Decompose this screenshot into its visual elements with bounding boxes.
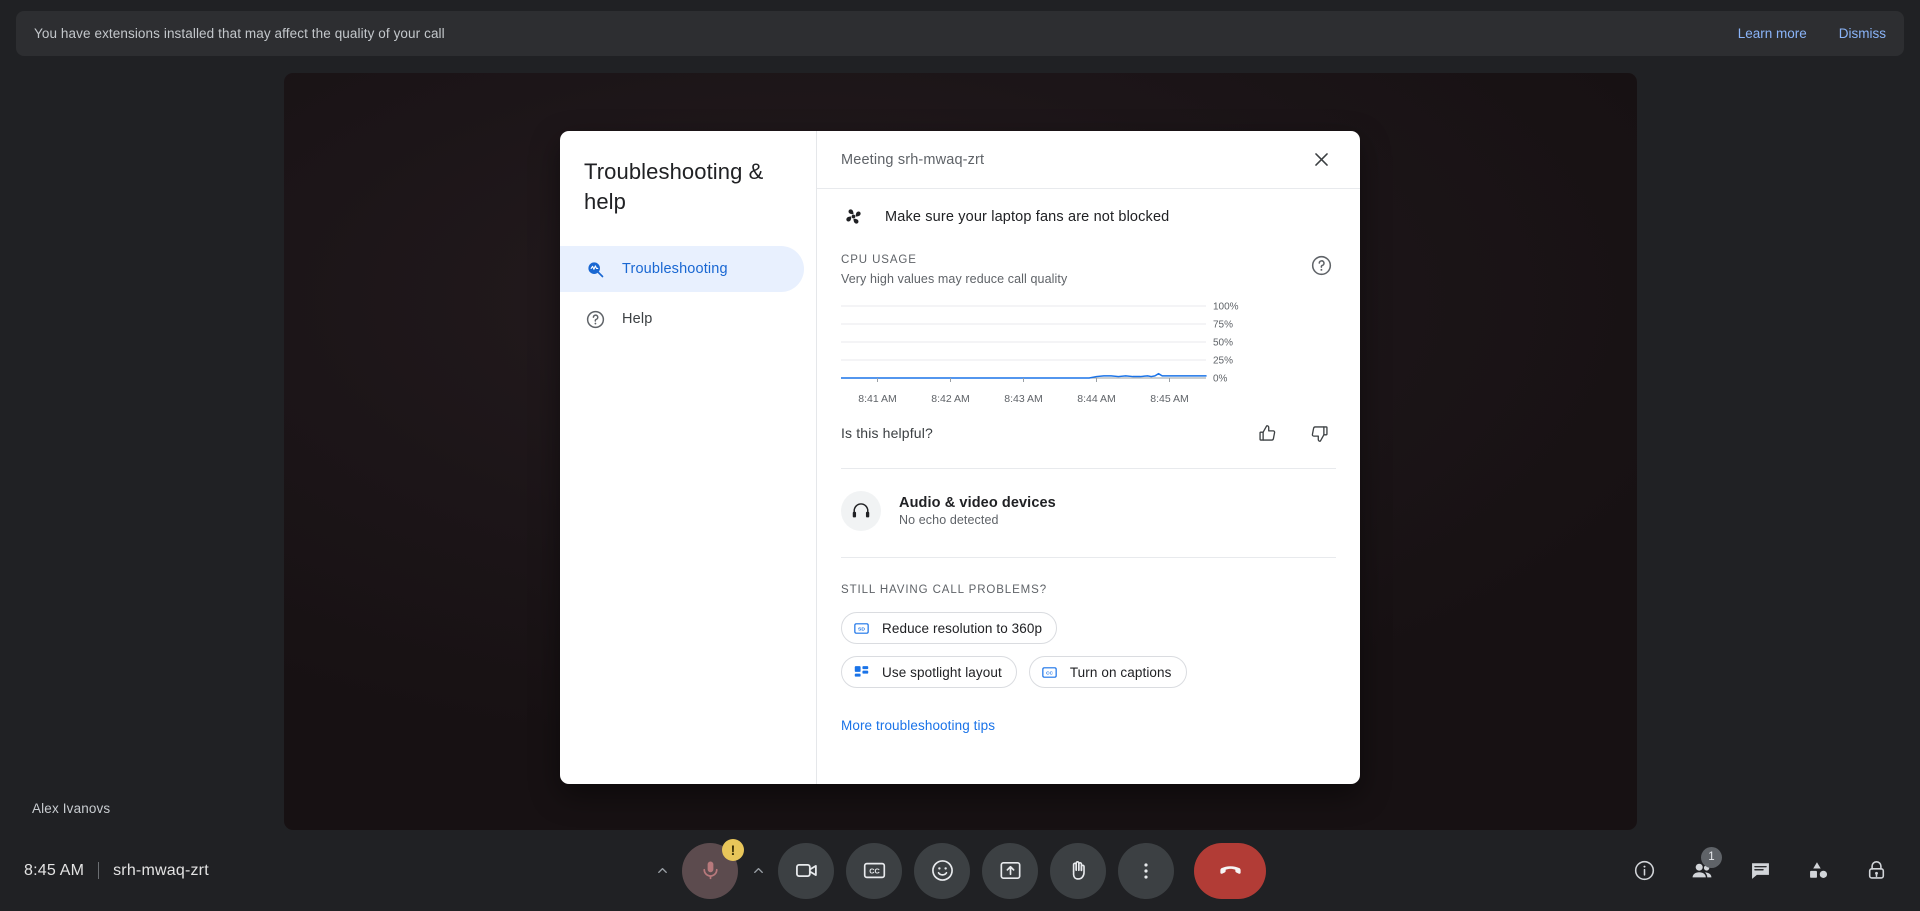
cpu-usage-header: CPU usage Very high values may reduce ca… — [841, 242, 1336, 286]
meeting-info: 8:45 AM srh-mwaq-zrt — [24, 862, 209, 880]
problem-action-chips: SD Reduce resolution to 360p Use spotlig… — [841, 612, 1241, 688]
dismiss-link[interactable]: Dismiss — [1839, 26, 1886, 41]
meeting-bottom-bar: 8:45 AM srh-mwaq-zrt ! CC 1 — [0, 830, 1920, 911]
tip-row: Make sure your laptop fans are not block… — [841, 189, 1336, 242]
sidebar-item-help[interactable]: Help — [560, 296, 804, 342]
feedback-question: Is this helpful? — [841, 425, 933, 441]
svg-text:100%: 100% — [1213, 302, 1239, 313]
chart-x-tick-labels: 8:41 AM 8:42 AM 8:43 AM 8:44 AM 8:45 AM — [841, 393, 1336, 407]
cpu-usage-chart: 0% 25% 50% 75% 100% 8:41 AM 8:42 AM 8:43 AM 8:4… — [841, 302, 1336, 405]
chip-label: Reduce resolution to 360p — [882, 620, 1043, 636]
dialog-sidebar: Troubleshooting & help Troubleshooting H… — [560, 131, 817, 784]
chart-x-tick-label: 8:41 AM — [858, 393, 897, 405]
svg-text:25%: 25% — [1213, 356, 1233, 367]
reduce-resolution-chip[interactable]: SD Reduce resolution to 360p — [841, 612, 1058, 644]
help-circle-icon — [584, 308, 606, 330]
chip-label: Use spotlight layout — [882, 664, 1002, 680]
people-button[interactable]: 1 — [1680, 846, 1724, 893]
devices-status: No echo detected — [899, 513, 999, 527]
mic-warning-badge: ! — [722, 838, 744, 861]
learn-more-link[interactable]: Learn more — [1738, 26, 1807, 41]
banner-actions: Learn more Dismiss — [1738, 26, 1886, 41]
fan-icon — [841, 205, 865, 228]
more-options-button[interactable] — [1118, 842, 1174, 899]
thumb-down-icon[interactable] — [1302, 416, 1336, 450]
camera-options-chevron[interactable] — [745, 843, 771, 899]
chart-gridlines — [841, 305, 1206, 379]
meta-divider — [98, 862, 100, 879]
dialog-meeting-title: Meeting srh-mwaq-zrt — [841, 151, 985, 168]
chart-y-tick-labels: 0% 25% 50% 75% 100% — [1213, 302, 1239, 385]
headset-icon — [841, 491, 881, 531]
chart-x-tick-label: 8:43 AM — [1004, 393, 1043, 405]
chart-x-tick-label: 8:45 AM — [1150, 393, 1189, 405]
captions-button[interactable]: CC — [846, 842, 902, 899]
more-troubleshooting-tips-link[interactable]: More troubleshooting tips — [841, 718, 995, 733]
raise-hand-button[interactable] — [1050, 842, 1106, 899]
troubleshooting-dialog: Troubleshooting & help Troubleshooting H… — [560, 131, 1360, 784]
dialog-title: Troubleshooting & help — [584, 159, 764, 214]
help-circle-outline-icon[interactable] — [1306, 250, 1336, 280]
problems-label: Still having call problems? — [841, 584, 1048, 596]
meeting-details-button[interactable] — [1622, 849, 1666, 893]
secondary-controls: 1 — [1622, 846, 1898, 893]
devices-title: Audio & video devices — [899, 495, 1056, 511]
meeting-code: srh-mwaq-zrt — [113, 861, 209, 879]
chip-label: Turn on captions — [1069, 664, 1172, 680]
svg-text:SD: SD — [858, 626, 865, 632]
cpu-usage-label: CPU usage — [841, 254, 917, 266]
feedback-row: Is this helpful? — [841, 416, 1336, 469]
closed-captions-icon: CC — [1041, 664, 1058, 681]
cpu-usage-line — [841, 372, 1207, 379]
feedback-actions — [1250, 416, 1336, 450]
chart-x-tick-label: 8:42 AM — [931, 393, 970, 405]
dialog-content-pane: Meeting srh-mwaq-zrt Make sure your lapt… — [817, 131, 1360, 784]
dialog-header: Meeting srh-mwaq-zrt — [817, 131, 1360, 189]
spotlight-layout-icon — [853, 664, 870, 681]
sd-resolution-icon: SD — [853, 620, 870, 637]
call-controls: ! CC — [648, 838, 1272, 899]
current-time: 8:45 AM — [24, 861, 85, 879]
svg-text:CC: CC — [1046, 670, 1053, 675]
banner-message: You have extensions installed that may a… — [34, 26, 445, 41]
svg-text:0%: 0% — [1213, 374, 1228, 385]
spotlight-layout-chip[interactable]: Use spotlight layout — [841, 656, 1017, 688]
sidebar-item-label: Troubleshooting — [622, 261, 728, 278]
troubleshooting-search-icon — [584, 258, 606, 280]
people-count-badge: 1 — [1701, 846, 1722, 868]
host-controls-button[interactable] — [1854, 849, 1898, 893]
svg-text:75%: 75% — [1213, 320, 1233, 331]
svg-text:CC: CC — [869, 867, 880, 876]
dialog-scroll-body[interactable]: Make sure your laptop fans are not block… — [817, 189, 1360, 784]
mic-options-chevron[interactable] — [649, 843, 675, 899]
svg-text:50%: 50% — [1213, 338, 1233, 349]
present-button[interactable] — [982, 842, 1038, 899]
microphone-button[interactable]: ! — [682, 838, 744, 899]
cpu-chart-svg: 0% 25% 50% 75% 100% — [841, 302, 1239, 385]
reactions-button[interactable] — [914, 842, 970, 899]
chat-button[interactable] — [1738, 849, 1782, 893]
camera-button[interactable] — [778, 842, 834, 899]
still-having-problems-section: Still having call problems? SD Reduce re… — [841, 558, 1336, 735]
audio-video-devices-row[interactable]: Audio & video devices No echo detected — [841, 469, 1336, 558]
turn-on-captions-chip[interactable]: CC Turn on captions — [1028, 656, 1187, 688]
sidebar-item-troubleshooting[interactable]: Troubleshooting — [560, 246, 804, 293]
participant-name-label: Alex Ivanovs — [32, 801, 111, 816]
activities-button[interactable] — [1796, 849, 1840, 893]
tip-text: Make sure your laptop fans are not block… — [885, 208, 1170, 225]
leave-call-button[interactable] — [1194, 842, 1266, 899]
dialog-nav: Troubleshooting Help — [560, 246, 816, 342]
close-icon[interactable] — [1304, 143, 1338, 177]
thumb-up-icon[interactable] — [1250, 416, 1284, 450]
chart-x-tick-label: 8:44 AM — [1077, 393, 1116, 405]
cpu-usage-subtitle: Very high values may reduce call quality — [841, 272, 1068, 286]
extensions-warning-banner: You have extensions installed that may a… — [16, 11, 1904, 56]
sidebar-item-label: Help — [622, 311, 653, 328]
